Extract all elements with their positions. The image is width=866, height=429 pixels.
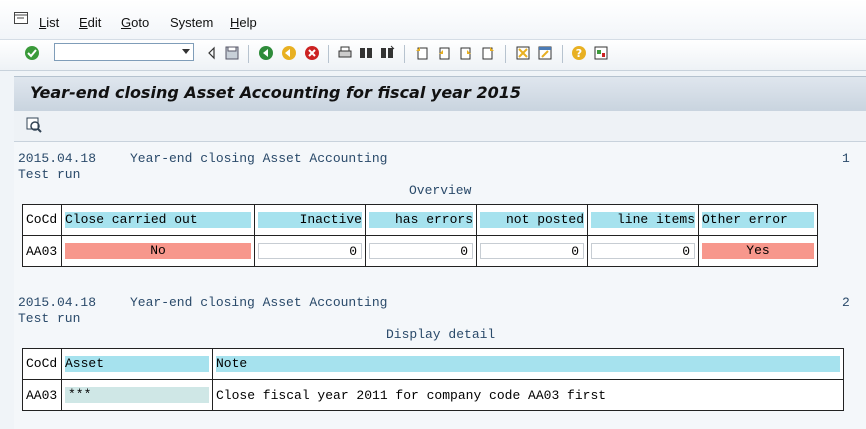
list-output: 2015.04.18 Year-end closing Asset Accoun… [14, 142, 866, 429]
overview-table: CoCd Close carried out Inactive has erro… [22, 204, 818, 267]
system-menu-icon[interactable] [14, 12, 28, 24]
toolbar-separator [404, 45, 405, 63]
column-header: has errors [365, 204, 477, 236]
chevron-down-icon[interactable] [182, 49, 190, 54]
toolbar-separator [328, 45, 329, 63]
column-header: Asset [61, 348, 213, 380]
menu-system[interactable]: System [170, 15, 213, 30]
table-row[interactable]: AA03 No 0 0 0 0 Yes [22, 235, 818, 267]
line-items-cell: 0 [587, 235, 699, 267]
cocd-cell: AA03 [22, 379, 62, 411]
column-header: line items [587, 204, 699, 236]
report-date: 2015.04.18 [18, 295, 97, 310]
note-cell: Close fiscal year 2011 for company code … [212, 379, 844, 411]
asset-cell: *** [61, 379, 213, 411]
column-header: Note [212, 348, 844, 380]
report-heading: Year-end closing Asset Accounting [130, 295, 388, 310]
svg-text:?: ? [576, 47, 582, 60]
menu-edit[interactable]: Edit [79, 15, 101, 30]
menu-list[interactable]: List [39, 15, 59, 30]
cancel-icon[interactable] [304, 45, 320, 61]
run-mode: Test run [18, 311, 81, 326]
find-icon[interactable] [358, 45, 374, 61]
menu-goto[interactable]: Goto [121, 15, 149, 30]
table-row[interactable]: AA03 *** Close fiscal year 2011 for comp… [22, 379, 844, 411]
arrow-left-icon[interactable] [204, 45, 220, 61]
detail-magnifier-icon[interactable] [26, 117, 42, 133]
title-bar: Year-end closing Asset Accounting for fi… [14, 76, 866, 111]
inactive-cell: 0 [254, 235, 366, 267]
toolbar-separator [562, 45, 563, 63]
help-icon[interactable]: ? [571, 45, 587, 61]
menu-bar: List Edit Goto System Help [0, 0, 866, 40]
find-next-icon[interactable] [379, 45, 395, 61]
save-icon[interactable] [224, 45, 240, 61]
run-mode: Test run [18, 167, 81, 182]
back-icon[interactable] [258, 45, 274, 61]
print-icon[interactable] [337, 45, 353, 61]
page-title: Year-end closing Asset Accounting for fi… [30, 83, 521, 102]
has-errors-cell: 0 [365, 235, 477, 267]
section-subtitle: Overview [409, 183, 472, 198]
not-posted-cell: 0 [476, 235, 588, 267]
page-number: 2 [842, 295, 850, 310]
column-header: Other error [698, 204, 818, 236]
first-page-icon[interactable] [414, 45, 430, 61]
report-date: 2015.04.18 [18, 151, 97, 166]
enter-check-icon[interactable] [24, 45, 40, 61]
application-toolbar [14, 111, 866, 142]
table-header-row: CoCd Asset Note [22, 348, 844, 380]
previous-page-icon[interactable] [436, 45, 452, 61]
standard-toolbar: ? [0, 40, 866, 71]
column-header: Close carried out [61, 204, 255, 236]
column-header: CoCd [22, 348, 62, 380]
toolbar-separator [248, 45, 249, 63]
command-field[interactable] [54, 43, 194, 61]
close-carried-out-cell: No [61, 235, 255, 267]
toolbar-separator [505, 45, 506, 63]
column-header: CoCd [22, 204, 62, 236]
column-header: not posted [476, 204, 588, 236]
cocd-cell: AA03 [22, 235, 62, 267]
column-header: Inactive [254, 204, 366, 236]
last-page-icon[interactable] [480, 45, 496, 61]
section-subtitle: Display detail [386, 327, 496, 342]
customize-layout-icon[interactable] [593, 45, 609, 61]
table-header-row: CoCd Close carried out Inactive has erro… [22, 204, 818, 236]
menu-help[interactable]: Help [230, 15, 257, 30]
page-number: 1 [842, 151, 850, 166]
exit-icon[interactable] [281, 45, 297, 61]
other-error-cell: Yes [698, 235, 818, 267]
shortcut-icon[interactable] [537, 45, 553, 61]
new-session-icon[interactable] [515, 45, 531, 61]
report-heading: Year-end closing Asset Accounting [130, 151, 388, 166]
detail-table: CoCd Asset Note AA03 *** Close fiscal ye… [22, 348, 844, 411]
next-page-icon[interactable] [458, 45, 474, 61]
